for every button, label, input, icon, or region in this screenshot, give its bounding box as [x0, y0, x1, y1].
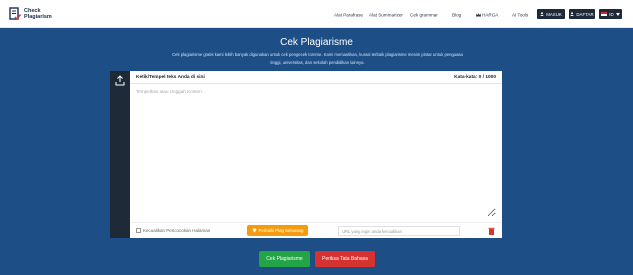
description-line-1: Cek plagiarisme gratis kami lebih banyak… — [172, 52, 463, 57]
check-plagiarism-button[interactable]: Cek Plagiarisme — [259, 251, 310, 267]
site-logo[interactable]: Check Plagiarism — [9, 6, 69, 22]
editor-header: Ketik/Tempel teks Anda di sini Kata-kata… — [130, 71, 502, 84]
register-label: DAFTAR — [576, 11, 594, 17]
exclude-url-checkbox[interactable] — [136, 228, 141, 233]
login-label: MASUK — [546, 11, 562, 17]
gem-icon — [252, 228, 257, 233]
page-title: Cek Plagiarisme — [280, 37, 353, 48]
nav-ai-tools[interactable]: AI Tools — [512, 13, 528, 18]
description-line-2: tinggi, universitas, dan sekolah pendidi… — [270, 60, 365, 65]
nav-blog[interactable]: Blog — [452, 13, 461, 18]
fix-plagiarism-label: Perbaiki Plag Sekarang — [258, 228, 304, 233]
logo-text-line2: Plagiarism — [24, 14, 52, 20]
nav-paraphrase[interactable]: Alat Parafrase — [334, 13, 363, 18]
fix-plagiarism-button[interactable]: Perbaiki Plag Sekarang — [247, 225, 308, 236]
language-selector[interactable]: ID — [599, 9, 622, 19]
check-grammar-button[interactable]: Periksa Tata Bahasa — [315, 251, 375, 267]
exclude-url-label: Kecualikan Pencocokan Halaman — [143, 228, 211, 233]
crown-icon — [476, 13, 481, 17]
indonesia-flag-icon — [601, 12, 608, 16]
nav-pricing[interactable]: HARGA — [476, 13, 498, 18]
upload-icon[interactable] — [115, 75, 125, 87]
user-icon — [540, 12, 544, 16]
nav-pricing-label: HARGA — [482, 12, 499, 18]
content-textarea[interactable] — [136, 89, 496, 217]
page-description: Cek plagiarisme gratis kami lebih banyak… — [130, 51, 505, 67]
exclude-url-input[interactable] — [338, 226, 460, 236]
language-label: ID — [609, 11, 614, 17]
text-editor-panel: Ketik/Tempel teks Anda di sini Kata-kata… — [130, 71, 502, 238]
document-check-icon — [9, 7, 21, 21]
nav-summarizer[interactable]: Alat Summarizer — [369, 13, 403, 18]
caret-down-icon — [615, 12, 620, 16]
word-count: Kata-kata: 0 / 1000 — [454, 75, 496, 80]
register-button[interactable]: DAFTAR — [569, 9, 595, 19]
trash-icon[interactable] — [488, 227, 495, 235]
editor-footer: Kecualikan Pencocokan Halaman Perbaiki P… — [130, 222, 502, 238]
editor-label: Ketik/Tempel teks Anda di sini — [136, 75, 205, 80]
exclude-url-option[interactable]: Kecualikan Pencocokan Halaman — [136, 228, 210, 233]
user-plus-icon — [570, 12, 575, 16]
top-navigation-bar: Check Plagiarism Alat Parafrase Alat Sum… — [0, 0, 633, 28]
editor-sidebar — [110, 71, 130, 238]
nav-grammar[interactable]: Cek grammar — [410, 13, 438, 18]
login-button[interactable]: MASUK — [537, 9, 565, 19]
